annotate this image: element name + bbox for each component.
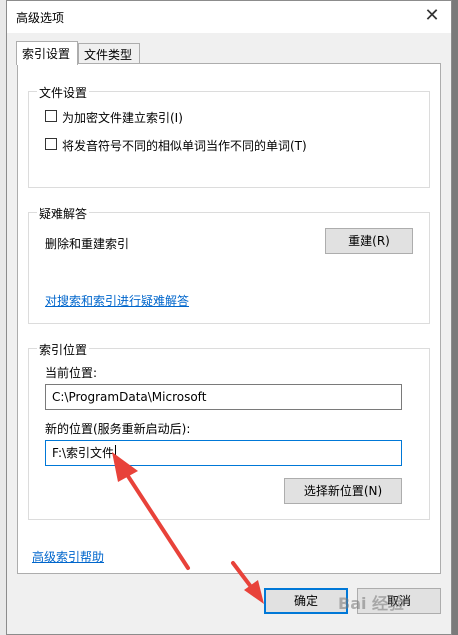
- troubleshoot-link[interactable]: 对搜索和索引进行疑难解答: [45, 292, 189, 309]
- select-new-location-button[interactable]: 选择新位置(N): [284, 478, 402, 504]
- index-location-group: 索引位置 当前位置: C:\ProgramData\Microsoft 新的位置…: [28, 341, 430, 520]
- tab-file-types[interactable]: 文件类型: [78, 43, 140, 65]
- rebuild-button[interactable]: 重建(R): [325, 228, 413, 254]
- close-icon[interactable]: ✕: [421, 5, 443, 27]
- title-bar: 高级选项 ✕: [7, 1, 451, 33]
- current-location-field: C:\ProgramData\Microsoft: [45, 384, 402, 410]
- tab-index-settings[interactable]: 索引设置: [16, 41, 78, 65]
- current-location-label: 当前位置:: [45, 366, 98, 380]
- advanced-options-dialog: 高级选项 ✕ 索引设置 文件类型 文件设置 为加密文件建立索引(I) 将发音符号…: [6, 0, 452, 635]
- ok-button[interactable]: 确定: [264, 588, 348, 614]
- file-settings-group: 文件设置 为加密文件建立索引(I) 将发音符号不同的相似单词当作不同的单词(T): [28, 84, 430, 188]
- index-location-title: 索引位置: [37, 341, 90, 358]
- rebuild-label: 删除和重建索引: [45, 237, 130, 251]
- encrypted-files-checkbox[interactable]: [45, 110, 57, 122]
- troubleshoot-group: 疑难解答 删除和重建索引 重建(R) 对搜索和索引进行疑难解答: [28, 205, 430, 324]
- encrypted-files-label[interactable]: 为加密文件建立索引(I): [62, 109, 183, 126]
- troubleshoot-title: 疑难解答: [37, 205, 90, 222]
- new-location-label: 新的位置(服务重新启动后):: [45, 422, 191, 436]
- diacritics-label[interactable]: 将发音符号不同的相似单词当作不同的单词(T): [62, 137, 307, 154]
- index-settings-pane: 文件设置 为加密文件建立索引(I) 将发音符号不同的相似单词当作不同的单词(T)…: [17, 63, 441, 574]
- dialog-title: 高级选项: [16, 11, 65, 25]
- baidu-watermark: Bai 经验: [338, 594, 405, 613]
- file-settings-title: 文件设置: [37, 84, 90, 101]
- text-caret: [115, 445, 117, 459]
- diacritics-checkbox[interactable]: [45, 138, 57, 150]
- new-location-value: F:\索引文件: [52, 446, 115, 460]
- new-location-field[interactable]: F:\索引文件: [45, 440, 402, 466]
- advanced-index-help-link[interactable]: 高级索引帮助: [32, 548, 104, 565]
